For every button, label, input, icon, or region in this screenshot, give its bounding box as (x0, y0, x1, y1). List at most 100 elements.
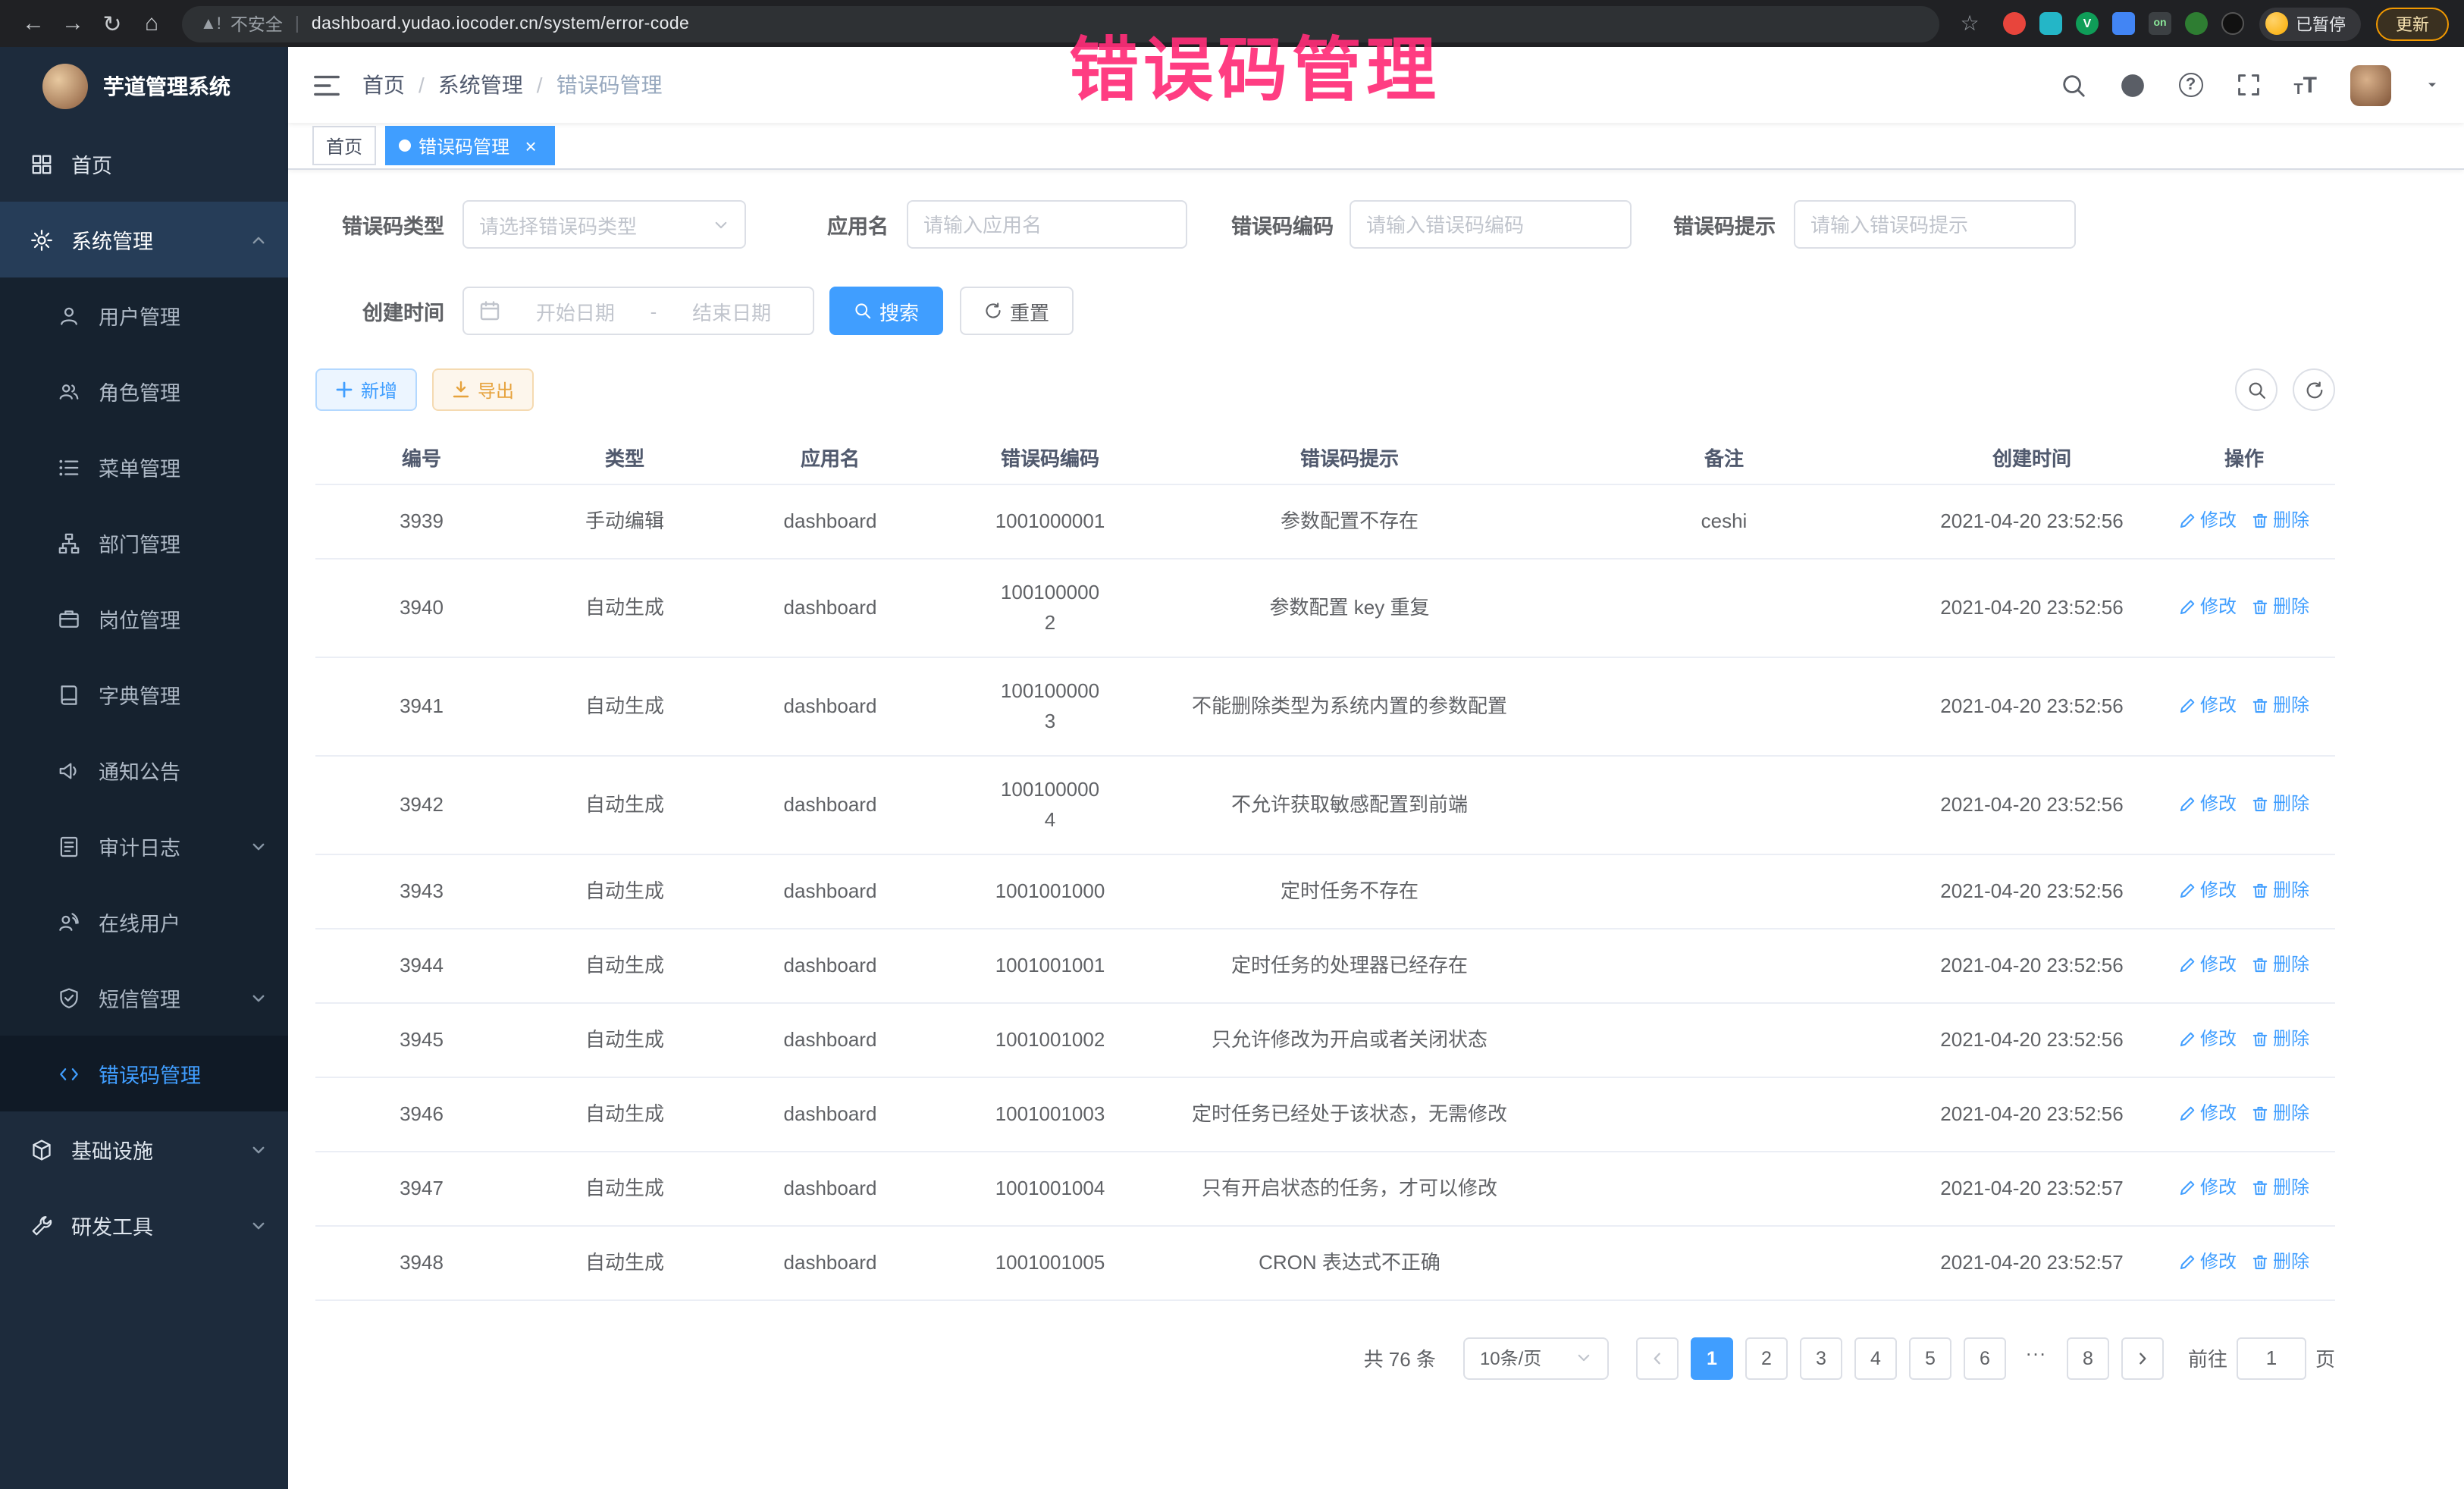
page-button-6[interactable]: 6 (1964, 1337, 2006, 1379)
font-size-icon[interactable]: TT (2293, 72, 2317, 98)
search-button[interactable]: 搜索 (829, 287, 943, 335)
edit-link[interactable]: 修改 (2179, 947, 2237, 982)
edit-link[interactable]: 修改 (2179, 688, 2237, 723)
edit-link[interactable]: 修改 (2179, 1170, 2237, 1205)
delete-link[interactable]: 删除 (2252, 1021, 2309, 1056)
app-logo[interactable]: 芋道管理系统 (0, 47, 288, 126)
forward-icon[interactable]: → (55, 5, 91, 42)
extension-leaf-icon[interactable] (2185, 12, 2208, 35)
hamburger-icon[interactable] (312, 71, 341, 99)
close-tab-icon[interactable]: × (520, 135, 541, 156)
next-page-button[interactable] (2121, 1337, 2164, 1379)
breadcrumb-system[interactable]: 系统管理 (438, 70, 523, 100)
date-range-picker[interactable]: 开始日期 - 结束日期 (462, 287, 814, 335)
edit-link[interactable]: 修改 (2179, 873, 2237, 908)
delete-link[interactable]: 删除 (2252, 589, 2309, 624)
delete-link[interactable]: 删除 (2252, 947, 2309, 982)
extension-blue-icon[interactable] (2112, 12, 2135, 35)
edit-link[interactable]: 修改 (2179, 1021, 2237, 1056)
reload-icon[interactable]: ↻ (94, 5, 130, 42)
tab-error-code[interactable]: 错误码管理 × (385, 126, 555, 165)
sidebar-item-audit-log[interactable]: 审计日志 (0, 808, 288, 884)
error-msg-input[interactable] (1794, 200, 2076, 249)
page-button-1[interactable]: 1 (1691, 1337, 1733, 1379)
export-button[interactable]: 导出 (432, 368, 534, 411)
page-size-select[interactable]: 10条/页 (1463, 1337, 1609, 1379)
megaphone-icon (58, 759, 80, 782)
error-type-select[interactable]: 请选择错误码类型 (462, 200, 746, 249)
prev-page-button[interactable] (1636, 1337, 1679, 1379)
page-button-8[interactable]: 8 (2067, 1337, 2109, 1379)
github-icon[interactable] (2119, 72, 2145, 98)
sidebar-item-menu[interactable]: 菜单管理 (0, 429, 288, 505)
browser-home-icon[interactable]: ⌂ (133, 5, 170, 42)
sidebar-item-user[interactable]: 用户管理 (0, 277, 288, 353)
user-avatar[interactable] (2350, 64, 2391, 105)
delete-link[interactable]: 删除 (2252, 1170, 2309, 1205)
app-name-input[interactable] (907, 200, 1187, 249)
goto-suffix: 页 (2315, 1343, 2335, 1372)
sidebar-item-dev-tool[interactable]: 研发工具 (0, 1187, 288, 1263)
delete-icon (2252, 598, 2268, 615)
sidebar-item-error-code[interactable]: 错误码管理 (0, 1036, 288, 1111)
reset-button[interactable]: 重置 (960, 287, 1074, 335)
extension-on-icon[interactable]: on (2149, 12, 2171, 35)
extension-red-icon[interactable] (2003, 12, 2026, 35)
url-bar[interactable]: ▲! 不安全 | dashboard.yudao.iocoder.cn/syst… (182, 5, 1939, 42)
back-icon[interactable]: ← (15, 5, 52, 42)
edit-link[interactable]: 修改 (2179, 503, 2237, 538)
paused-badge[interactable]: 已暂停 (2259, 7, 2361, 40)
delete-icon (2252, 512, 2268, 528)
sidebar-item-notice[interactable]: 通知公告 (0, 732, 288, 808)
page-button-4[interactable]: 4 (1854, 1337, 1897, 1379)
sidebar-item-dict[interactable]: 字典管理 (0, 657, 288, 732)
help-icon[interactable]: ? (2178, 73, 2202, 97)
sidebar-item-sms[interactable]: 短信管理 (0, 960, 288, 1036)
edit-link[interactable]: 修改 (2179, 1096, 2237, 1130)
cell-time: 2021-04-20 23:52:56 (1911, 854, 2153, 928)
extension-teal-icon[interactable] (2039, 12, 2062, 35)
update-button[interactable]: 更新 (2376, 7, 2449, 40)
goto-page-input[interactable] (2237, 1337, 2306, 1379)
sidebar-item-online-user[interactable]: 在线用户 (0, 884, 288, 960)
breadcrumb-separator: / (537, 73, 543, 97)
delete-link[interactable]: 删除 (2252, 1096, 2309, 1130)
delete-link[interactable]: 删除 (2252, 503, 2309, 538)
refresh-table-button[interactable] (2293, 368, 2335, 411)
extension-pin-icon[interactable] (2221, 12, 2244, 35)
sidebar-item-label: 研发工具 (71, 1210, 153, 1240)
sidebar-item-dept[interactable]: 部门管理 (0, 505, 288, 581)
sidebar-item-home[interactable]: 首页 (0, 126, 288, 202)
delete-icon (2252, 956, 2268, 973)
toggle-search-button[interactable] (2235, 368, 2277, 411)
cell-code: 1001001003 (939, 1077, 1161, 1151)
error-code-input[interactable] (1350, 200, 1632, 249)
edit-link[interactable]: 修改 (2179, 786, 2237, 821)
breadcrumb-home[interactable]: 首页 (362, 70, 405, 100)
bookmark-star-icon[interactable]: ☆ (1951, 5, 1988, 42)
more-pages-icon[interactable]: ... (2018, 1337, 2055, 1379)
fullscreen-icon[interactable] (2236, 73, 2260, 97)
delete-link[interactable]: 删除 (2252, 1244, 2309, 1279)
sidebar-item-system[interactable]: 系统管理 (0, 202, 288, 277)
delete-link[interactable]: 删除 (2252, 786, 2309, 821)
cell-actions: 修改删除 (2153, 854, 2335, 928)
edit-link[interactable]: 修改 (2179, 1244, 2237, 1279)
chevron-down-icon (250, 1141, 267, 1158)
edit-link[interactable]: 修改 (2179, 589, 2237, 624)
sidebar-item-role[interactable]: 角色管理 (0, 353, 288, 429)
screen: ← → ↻ ⌂ ▲! 不安全 | dashboard.yudao.iocoder… (0, 0, 2464, 1489)
page-button-3[interactable]: 3 (1800, 1337, 1842, 1379)
extension-v-icon[interactable]: V (2076, 12, 2099, 35)
table-row: 3946自动生成dashboard1001001003定时任务已经处于该状态，无… (315, 1077, 2335, 1151)
page-button-2[interactable]: 2 (1745, 1337, 1788, 1379)
tab-home[interactable]: 首页 (312, 126, 376, 165)
avatar-caret-down-icon[interactable] (2425, 77, 2440, 92)
sidebar-item-infra[interactable]: 基础设施 (0, 1111, 288, 1187)
search-icon[interactable] (2060, 72, 2086, 98)
add-button[interactable]: 新增 (315, 368, 417, 411)
sidebar-item-post[interactable]: 岗位管理 (0, 581, 288, 657)
delete-link[interactable]: 删除 (2252, 688, 2309, 723)
delete-link[interactable]: 删除 (2252, 873, 2309, 908)
page-button-5[interactable]: 5 (1909, 1337, 1951, 1379)
